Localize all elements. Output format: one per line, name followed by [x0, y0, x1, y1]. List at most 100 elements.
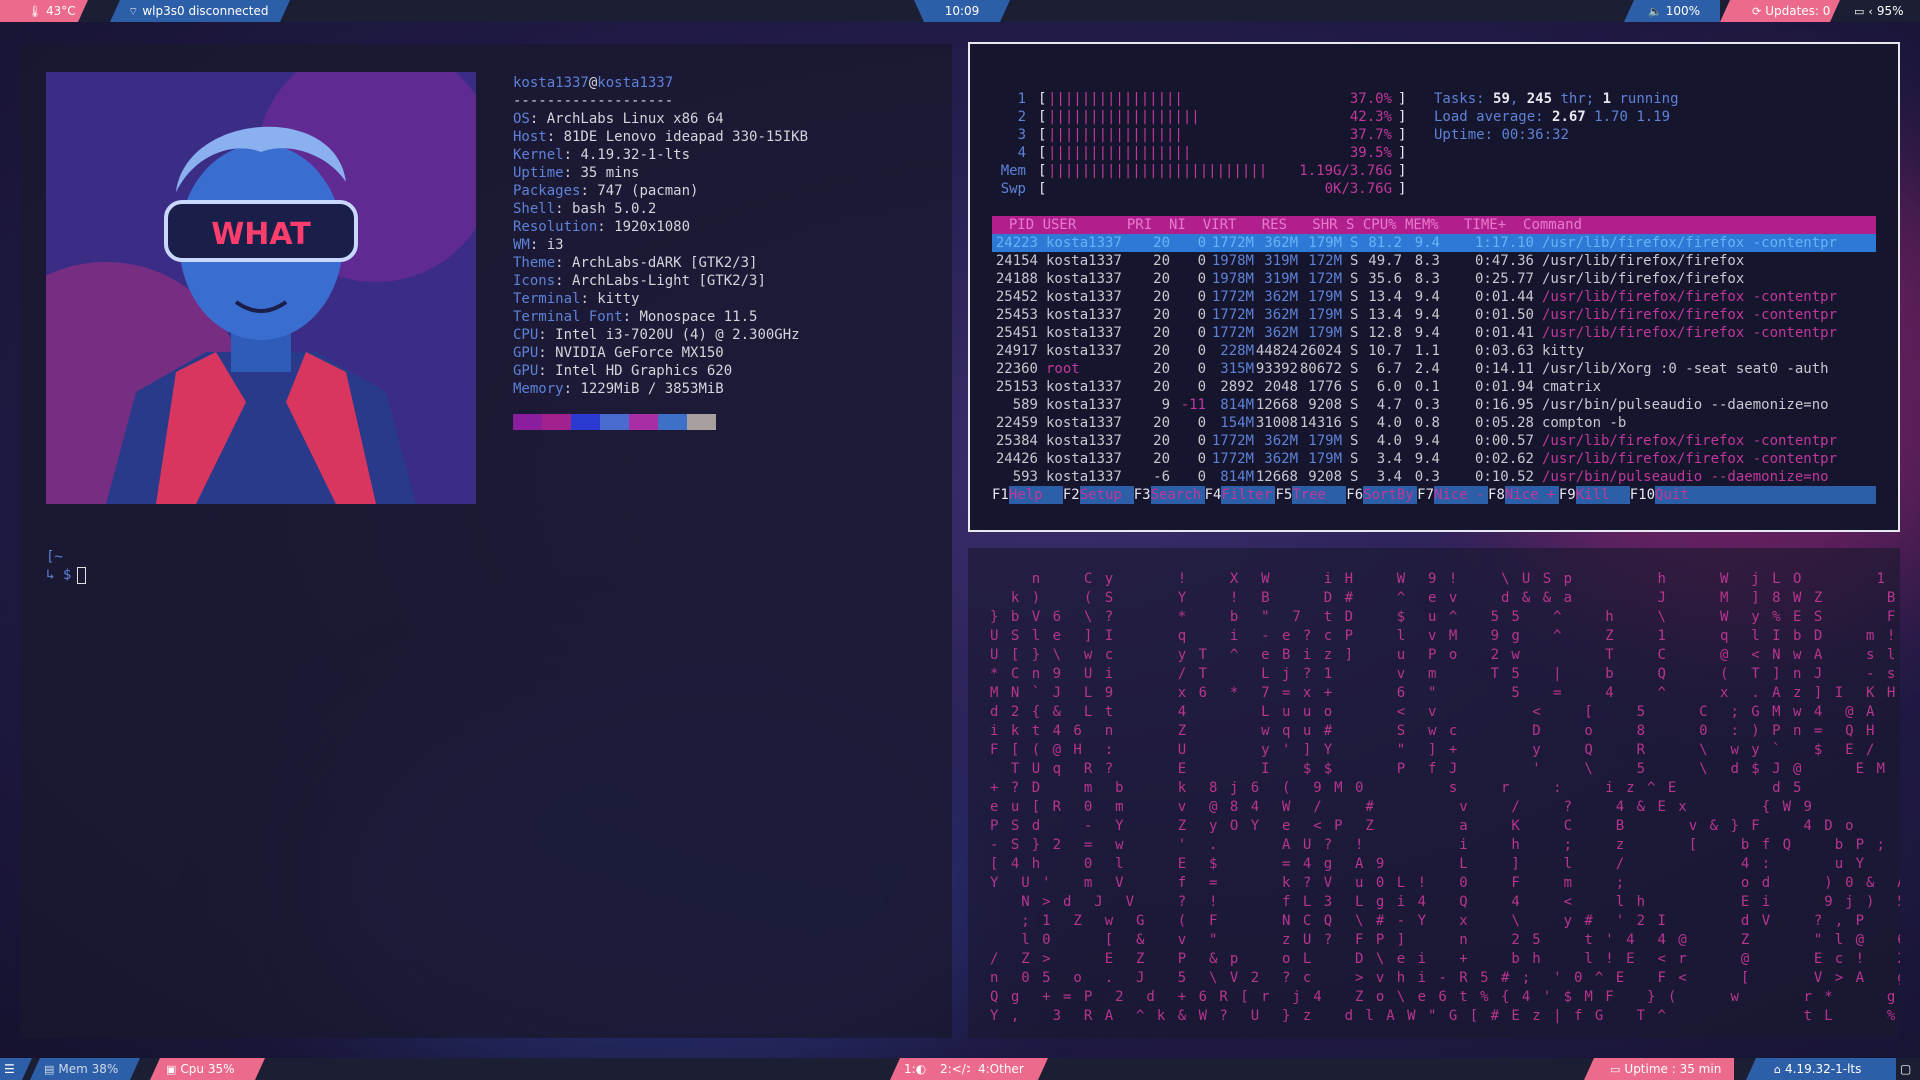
process-pri: 20	[1153, 307, 1170, 323]
shell-prompt[interactable]: [~ ↳ $	[46, 548, 87, 584]
process-row[interactable]: 22459 kosta1337 20 0 154M 31008 14316 S 4.0 0.8 0:…	[992, 414, 1876, 432]
load-15min: 1.19	[1636, 109, 1671, 125]
process-ni: 0	[1197, 433, 1206, 449]
tasks-count: 59	[1493, 91, 1510, 107]
tray-module[interactable]: ▢	[1896, 1058, 1920, 1080]
matrix-line: T U q R ? E I $ $ P f J ' \ 5 \ d $ J @ …	[990, 761, 1887, 777]
process-virt: 1978M	[1211, 253, 1254, 269]
fkey-label[interactable]: Nice -	[1434, 486, 1488, 504]
fkey-key[interactable]: F3	[1133, 486, 1151, 504]
process-res: 362M	[1264, 289, 1298, 305]
process-row[interactable]: 24426 kosta1337 20 0 1772M 362M 179M S 3.4 9.4 0:0…	[992, 450, 1876, 468]
clock-time: 10:09	[944, 4, 980, 18]
sysinfo-key: Icons	[513, 273, 556, 289]
fkey-label[interactable]: Setup	[1080, 486, 1134, 504]
process-ni: 0	[1197, 235, 1206, 251]
sysinfo-key: Host	[513, 129, 547, 145]
process-row[interactable]: 25452 kosta1337 20 0 1772M 362M 179M S 13.4 9.4 0:…	[992, 288, 1876, 306]
process-cmd: cmatrix	[1542, 379, 1602, 395]
process-row[interactable]: 24154 kosta1337 20 0 1978M 319M 172M S 49.7 8.3 0:…	[992, 252, 1876, 270]
fkey-label[interactable]: Kill	[1576, 486, 1630, 504]
process-row[interactable]: 25384 kosta1337 20 0 1772M 362M 179M S 4.0 9.4 0:0…	[992, 432, 1876, 450]
process-cpu: 49.7	[1368, 253, 1402, 269]
process-user: kosta1337	[1046, 397, 1122, 413]
kernel-module[interactable]: ⌂ 4.19.32-1-lts	[1746, 1058, 1896, 1080]
cpu-value: Cpu 35%	[180, 1062, 235, 1076]
process-table-header[interactable]: PID USER PRI NI VIRT RES SHR S CPU% MEM%…	[992, 216, 1876, 234]
fkey-label[interactable]: Search	[1151, 486, 1205, 504]
fkey-label[interactable]: Quit	[1655, 486, 1709, 504]
fkey-label[interactable]: Nice +	[1505, 486, 1559, 504]
process-row[interactable]: 24223 kosta1337 20 0 1772M 362M 179M S 81.2 9.4 1:…	[992, 234, 1876, 252]
wifi-module[interactable]: ⌔ wlp3s0 disconnected	[110, 0, 290, 22]
terminal-window-neofetch[interactable]: WHAT kosta1337@kosta1337 ----------------…	[20, 44, 952, 1038]
workspace-4[interactable]: 4:Other	[970, 1058, 1048, 1080]
sysinfo-key: Terminal Font	[513, 309, 623, 325]
temperature-module[interactable]: 🌡 43°C	[0, 0, 88, 22]
clock-module[interactable]: 10:09	[914, 0, 1010, 22]
cpu-meter: 1 [|||||||||||||||| 37.0%]	[992, 90, 1412, 108]
process-row[interactable]: 589 kosta1337 9 -11 814M 12668 9208 S 4.7 0.3 0:16…	[992, 396, 1876, 414]
process-row[interactable]: 24917 kosta1337 20 0 228M 44824 26024 S 10.7 1.1 0…	[992, 342, 1876, 360]
fkey-key[interactable]: F1	[992, 486, 1009, 504]
menu-button[interactable]: ☰	[0, 1058, 32, 1080]
sysinfo-key: OS	[513, 111, 530, 127]
fkey-key[interactable]: F6	[1346, 486, 1364, 504]
terminal-window-cmatrix[interactable]: n C y ! X W i H W 9 ! \ U S p h W j L O …	[968, 548, 1900, 1038]
process-s: S	[1350, 235, 1359, 251]
fkey-key[interactable]: F8	[1488, 486, 1505, 504]
fkey-label[interactable]: Help	[1009, 486, 1063, 504]
process-cmd: /usr/lib/firefox/firefox -contentpr	[1542, 433, 1838, 449]
sysinfo-value: Monospace 11.5	[639, 309, 758, 325]
fkey-label[interactable]: SortBy	[1363, 486, 1417, 504]
process-shr: 9208	[1308, 397, 1342, 413]
process-pri: 9	[1161, 397, 1170, 413]
sysinfo-key: GPU	[513, 363, 539, 379]
process-row[interactable]: 25153 kosta1337 20 0 2892 2048 1776 S 6.0 0.1 0:01…	[992, 378, 1876, 396]
sysinfo-value: Intel i3-7020U (4) @ 2.300GHz	[555, 327, 800, 343]
process-shr: 80672	[1299, 361, 1342, 377]
updates-module[interactable]: ⟳ Updates: 0	[1720, 0, 1840, 22]
fkey-key[interactable]: F9	[1558, 486, 1576, 504]
process-shr: 172M	[1308, 253, 1342, 269]
process-pri: 20	[1153, 415, 1170, 431]
fkey-label[interactable]: Filter	[1221, 486, 1275, 504]
fkey-key[interactable]: F2	[1062, 486, 1080, 504]
terminal-window-htop[interactable]: 1[|||||||||||||||| 37.0%] 2[||||||||||||||…	[968, 42, 1900, 532]
fkey-key[interactable]: F5	[1275, 486, 1293, 504]
volume-module[interactable]: 🔈 100%	[1624, 0, 1720, 22]
sysinfo-key: Resolution	[513, 219, 598, 235]
fkey-label[interactable]: Tree	[1292, 486, 1346, 504]
process-ni: 0	[1197, 343, 1206, 359]
matrix-line: ; 1 Z w G ( F N C Q \ # - Y x \ y # ' 2 …	[990, 913, 1900, 929]
fkey-key[interactable]: F10	[1629, 486, 1656, 504]
process-mem: 9.4	[1414, 307, 1440, 323]
process-pid: 25453	[995, 307, 1038, 323]
sysinfo-row: Resolution: 1920x1080	[513, 219, 691, 235]
battery-module[interactable]: ▭ ‹ 95%	[1848, 0, 1920, 22]
sysinfo-key: WM	[513, 237, 530, 253]
process-user: kosta1337	[1046, 469, 1122, 485]
process-s: S	[1350, 253, 1359, 269]
process-s: S	[1350, 307, 1359, 323]
process-row[interactable]: 22360 root 20 0 315M 93392 80672 S 6.7 2.4 0:14.11…	[992, 360, 1876, 378]
process-row[interactable]: 25453 kosta1337 20 0 1772M 362M 179M S 13.4 9.4 0:…	[992, 306, 1876, 324]
process-cmd: /usr/lib/firefox/firefox -contentpr	[1542, 235, 1838, 251]
process-pri: 20	[1153, 343, 1170, 359]
process-row[interactable]: 25451 kosta1337 20 0 1772M 362M 179M S 12.8 9.4 0:…	[992, 324, 1876, 342]
meter-bracket-left: [	[1038, 145, 1047, 161]
process-virt: 1978M	[1211, 271, 1254, 287]
battery-value: 95%	[1876, 4, 1904, 18]
process-row[interactable]: 593 kosta1337 -6 0 814M 12668 9208 S 3.4 0.3 0:10.…	[992, 468, 1876, 486]
uptime-module[interactable]: ▭ Uptime : 35 min	[1584, 1058, 1734, 1080]
workspace-2[interactable]: 2:</>	[930, 1058, 976, 1080]
sysinfo-key: Kernel	[513, 147, 564, 163]
sysinfo-row: GPU: NVIDIA GeForce MX150	[513, 345, 724, 361]
process-ni: 0	[1197, 451, 1206, 467]
fkey-key[interactable]: F4	[1204, 486, 1222, 504]
cpu-module[interactable]: ▣ Cpu 35%	[150, 1058, 265, 1080]
process-row[interactable]: 24188 kosta1337 20 0 1978M 319M 172M S 35.6 8.3 0:…	[992, 270, 1876, 288]
meter-bracket-right: ]	[1398, 145, 1407, 161]
fkey-key[interactable]: F7	[1417, 486, 1435, 504]
mem-module[interactable]: ▤ Mem 38%	[30, 1058, 140, 1080]
